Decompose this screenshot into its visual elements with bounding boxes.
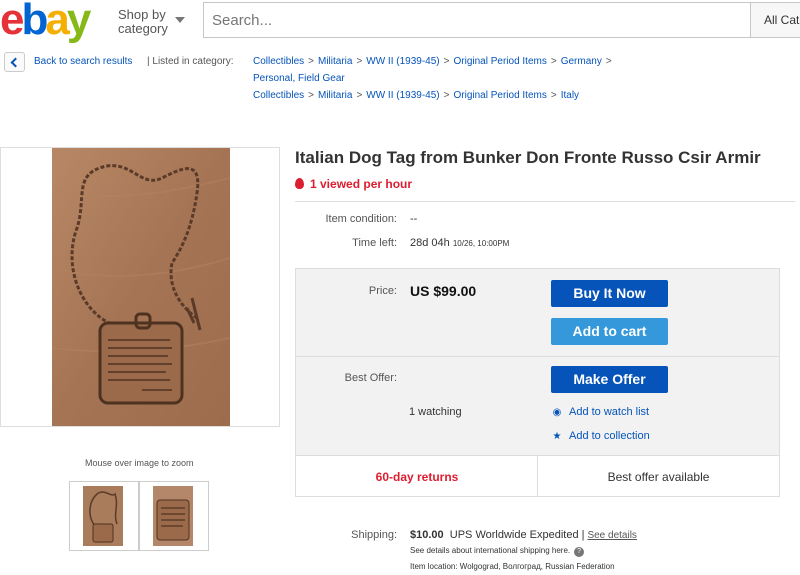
back-to-search-link[interactable]: Back to search results bbox=[34, 56, 132, 67]
shop-by-line1: Shop by bbox=[118, 7, 166, 22]
dog-tag-thumbnail bbox=[83, 486, 123, 546]
logo-letter-a: a bbox=[45, 0, 70, 44]
thumbnail-2[interactable] bbox=[139, 481, 209, 551]
condition-value: -- bbox=[410, 213, 418, 225]
fire-icon bbox=[295, 178, 304, 189]
breadcrumb-link[interactable]: Original Period Items bbox=[453, 90, 546, 101]
viewed-text: 1 viewed per hour bbox=[310, 177, 413, 191]
price-label: Price: bbox=[368, 285, 397, 297]
shipping-price: $10.00 bbox=[410, 529, 444, 541]
add-to-collection-link[interactable]: ★ Add to collection bbox=[551, 430, 650, 442]
breadcrumb-separator: > bbox=[308, 90, 314, 101]
viewed-per-hour: 1 viewed per hour bbox=[295, 177, 412, 191]
divider bbox=[295, 201, 795, 202]
item-title: Italian Dog Tag from Bunker Don Fronte R… bbox=[295, 148, 761, 167]
header: ebay Shop by category All Categories bbox=[0, 0, 800, 44]
breadcrumb-separator: > bbox=[308, 56, 314, 67]
breadcrumb-link[interactable]: WW II (1939-45) bbox=[366, 56, 439, 67]
dog-tag-illustration bbox=[52, 148, 230, 426]
international-shipping-note: See details about international shipping… bbox=[410, 546, 585, 557]
search-input[interactable] bbox=[203, 2, 751, 38]
buy-it-now-button[interactable]: Buy It Now bbox=[551, 280, 668, 307]
add-to-watch-list-link[interactable]: ◉ Add to watch list bbox=[551, 406, 649, 418]
breadcrumb-path-1: Collectibles > Militaria > WW II (1939-45) > O… bbox=[253, 56, 616, 67]
breadcrumb-link[interactable]: Germany bbox=[561, 56, 602, 67]
time-left-label: Time left: bbox=[352, 237, 397, 249]
breadcrumb-link[interactable]: Militaria bbox=[318, 90, 352, 101]
price-value: US $99.00 bbox=[410, 283, 477, 299]
help-icon[interactable]: ? bbox=[574, 547, 585, 557]
best-offer-label: Best Offer: bbox=[344, 372, 397, 384]
thumbnail-1[interactable] bbox=[69, 481, 139, 551]
breadcrumb-separator: > bbox=[550, 90, 557, 101]
shipping-info: $10.00 UPS Worldwide Expedited | See detai… bbox=[410, 529, 637, 541]
logo-letter-y: y bbox=[66, 0, 92, 44]
breadcrumb-link[interactable]: Italy bbox=[561, 90, 579, 101]
shop-by-line2: category bbox=[118, 21, 168, 36]
returns-box: 60-day returns bbox=[296, 455, 538, 496]
breadcrumb-link[interactable]: Personal, Field Gear bbox=[253, 73, 345, 84]
breadcrumb-link[interactable]: WW II (1939-45) bbox=[366, 90, 439, 101]
zoom-caption: Mouse over image to zoom bbox=[85, 458, 194, 468]
condition-label: Item condition: bbox=[325, 213, 397, 225]
shipping-service: UPS Worldwide Expedited bbox=[449, 529, 579, 541]
make-offer-button[interactable]: Make Offer bbox=[551, 366, 668, 393]
time-left-date: 10/26, 10:00PM bbox=[452, 239, 510, 248]
thumbnail-image bbox=[83, 486, 123, 546]
breadcrumb-link[interactable]: Militaria bbox=[318, 56, 352, 67]
breadcrumb-separator: > bbox=[443, 90, 450, 101]
international-shipping-text: See details about international shipping… bbox=[410, 546, 571, 555]
back-arrow-icon[interactable] bbox=[4, 52, 25, 72]
watching-count: 1 watching bbox=[409, 406, 462, 418]
ebay-logo[interactable]: ebay bbox=[0, 0, 92, 46]
main-image-frame[interactable] bbox=[0, 147, 280, 427]
breadcrumb-separator: > bbox=[550, 56, 557, 67]
time-left-remaining: 28d 04h bbox=[410, 237, 450, 249]
breadcrumb-link[interactable]: Collectibles bbox=[253, 56, 304, 67]
item-location: Item location: Wolgograd, Волгоград, Rus… bbox=[410, 562, 615, 571]
time-left-value: 28d 04h 10/26, 10:00PM bbox=[410, 237, 509, 249]
best-offer-box: Best offer available bbox=[538, 455, 779, 496]
star-icon: ★ bbox=[552, 431, 562, 442]
breadcrumb-link[interactable]: Collectibles bbox=[253, 90, 304, 101]
listed-in-label: | Listed in category: bbox=[147, 56, 234, 67]
logo-letter-e: e bbox=[0, 0, 25, 44]
breadcrumb-path-2: Collectibles > Militaria > WW II (1939-45) > O… bbox=[253, 90, 579, 101]
returns-text[interactable]: 60-day returns bbox=[296, 470, 538, 484]
divider bbox=[296, 356, 779, 357]
best-offer-available-text: Best offer available bbox=[607, 470, 710, 484]
eye-icon: ◉ bbox=[552, 407, 562, 418]
breadcrumb-link[interactable]: Original Period Items bbox=[453, 56, 546, 67]
logo-letter-b: b bbox=[21, 0, 48, 44]
add-to-collection-label: Add to collection bbox=[569, 430, 650, 442]
breadcrumb-path-1-continued: Personal, Field Gear bbox=[253, 73, 345, 84]
shop-by-category-button[interactable]: Shop by category bbox=[118, 8, 168, 36]
breadcrumb-separator: > bbox=[356, 56, 363, 67]
add-to-cart-button[interactable]: Add to cart bbox=[551, 318, 668, 345]
thumbnail-image bbox=[153, 486, 193, 546]
shipping-label: Shipping: bbox=[351, 529, 397, 541]
category-select[interactable]: All Categories bbox=[750, 2, 800, 38]
add-to-watch-list-label: Add to watch list bbox=[569, 406, 650, 418]
breadcrumb-separator: > bbox=[605, 56, 612, 67]
dog-tag-closeup-thumbnail bbox=[153, 486, 193, 546]
item-photo[interactable] bbox=[52, 148, 230, 426]
chevron-down-icon[interactable] bbox=[175, 17, 185, 23]
shipping-separator: | bbox=[581, 529, 585, 541]
breadcrumb-separator: > bbox=[356, 90, 363, 101]
see-details-link[interactable]: See details bbox=[587, 530, 636, 541]
breadcrumb-separator: > bbox=[443, 56, 450, 67]
